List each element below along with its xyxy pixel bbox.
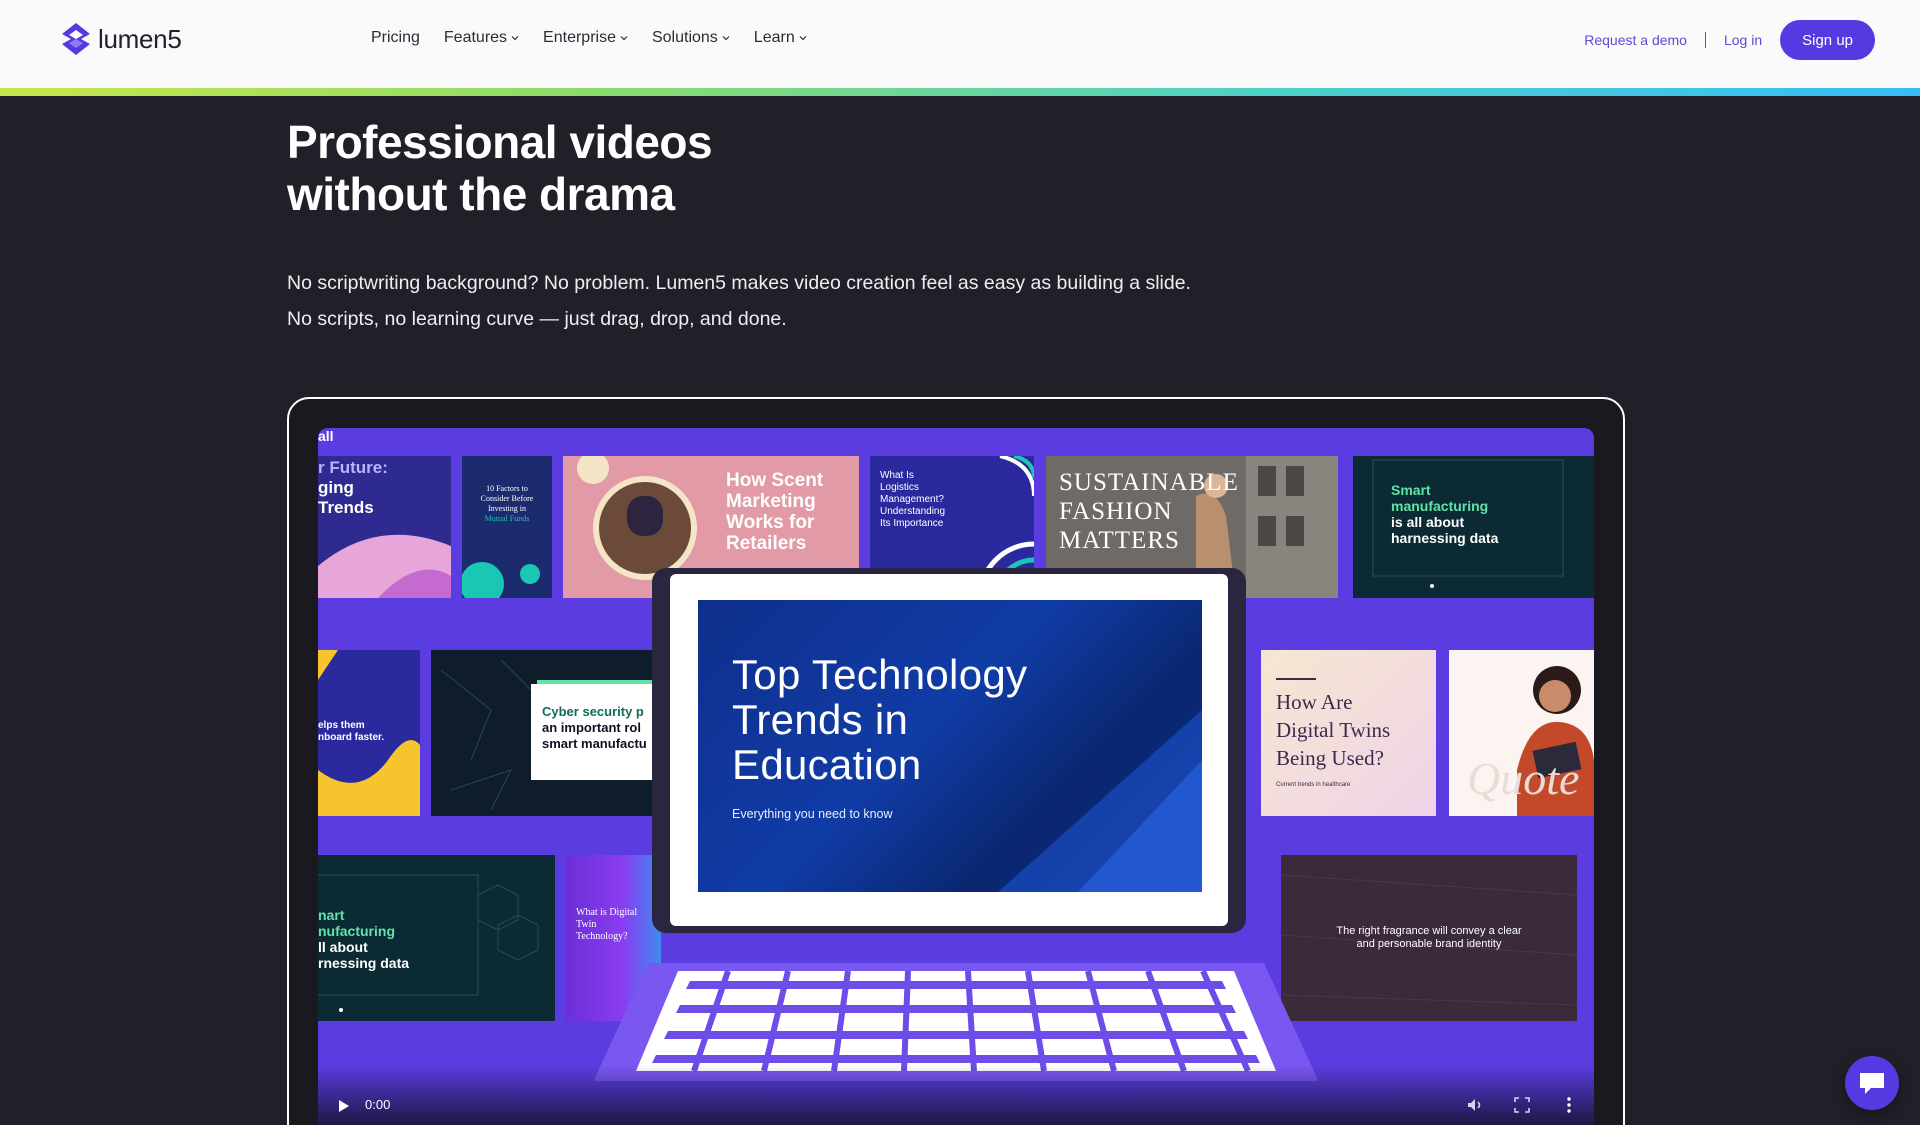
tile-future-trends: r Future: ging Trends [318,456,451,598]
tile-text-line: manufacturing [1391,498,1489,514]
tile-fragrance: The right fragrance will convey a clear … [1281,855,1577,1021]
hero-description: No scriptwriting background? No problem.… [287,265,1387,337]
tile-text-line: Consider Before [480,494,534,503]
tile-text-line: smart manufactu [542,736,647,751]
chevron-down-icon [722,36,730,41]
tile-text-line: Its Importance [880,518,944,529]
menu-item-label: Pricing [371,29,420,46]
menu-item-label: Enterprise [543,29,616,46]
tile-text-line: Being Used? [1276,746,1384,770]
tile-text-line: Management? [880,494,944,505]
tile-text-line: How Are [1276,690,1353,714]
tile-text-line: Marketing [726,491,816,512]
tile-text-line: nboard faster. [318,732,385,743]
main-slide: Top Technology Trends in Education Every… [698,600,1202,892]
chat-button[interactable] [1845,1056,1899,1110]
tile-text-line: Mutual Funds [484,514,530,523]
tile-text-line: Digital Twins [1276,718,1391,742]
chevron-down-icon [799,36,807,41]
main-menu: Pricing Features Enterprise Solutions Le… [371,29,807,47]
slide-title: Top Technology Trends in Education [732,652,1152,787]
signup-button[interactable]: Sign up [1780,20,1875,60]
tile-text-line: harnessing data [1391,530,1499,546]
tile-text-line: Investing in [488,504,526,513]
gradient-divider [0,88,1920,96]
slide-title-line: Education [732,741,922,788]
tile-text-line: Cyber security p [542,704,644,719]
lumen5-logo[interactable]: lumen5 [60,22,182,56]
more-vertical-icon[interactable] [1560,1096,1578,1114]
play-icon[interactable] [338,1099,350,1113]
top-navigation: lumen5 Pricing Features Enterprise Solut… [0,0,1920,88]
tile-text-line: Technology? [576,931,628,942]
tile-smart-manufacturing-2: nart nufacturing ll about rnessing data [318,855,555,1021]
nav-divider [1704,32,1706,48]
menu-item-enterprise[interactable]: Enterprise [543,29,628,47]
brand-name: lumen5 [98,23,182,54]
tile-fragment-text: all [318,428,334,444]
tile-text-line: Logistics [880,482,919,493]
lumen5-logo-icon [62,23,90,55]
tile-text-line: Smart [1391,482,1431,498]
tile-text-line: Understanding [880,506,946,517]
slide-subtitle: Everything you need to know [732,807,893,821]
hero-title-line: without the drama [287,168,675,220]
tile-smart-manufacturing: Smart manufacturing is all about harness… [1353,456,1594,598]
tile-cyber-security: Cyber security p an important rol smart … [431,650,661,816]
volume-icon[interactable] [1466,1096,1484,1114]
tile-text-line: What Is [880,470,914,481]
tile-digital-twins: How Are Digital Twins Being Used? Curren… [1261,650,1436,816]
tile-decoration [462,562,540,598]
tile-text-line: Retailers [726,533,807,554]
nav-actions: Request a demo Log in Sign up [1584,20,1875,60]
tile-text-line: Trends [318,498,374,517]
menu-item-label: Solutions [651,29,718,46]
tile-text-line: elps them [318,720,365,731]
tile-quote-word: Quote [1467,753,1580,804]
tile-text-line: an important rol [542,720,641,735]
video-time: 0:00 [365,1097,391,1112]
hero-title: Professional videos without the drama [287,116,987,220]
menu-item-pricing[interactable]: Pricing [371,29,420,47]
hero-description-line: No scripts, no learning curve — just dra… [287,308,787,330]
hero-title-line: Professional videos [287,116,713,168]
video-controls: 0:00 [318,1065,1594,1125]
video-player[interactable]: r Future: ging Trends 10 Factors to Cons… [318,428,1594,1125]
tile-text-line: r Future: [318,458,388,477]
menu-item-label: Features [443,29,508,46]
chevron-down-icon [620,36,628,41]
tile-quote-reader: Quote [1449,650,1594,816]
menu-item-label: Learn [753,29,795,46]
slide-title-line: Trends in [732,696,909,743]
menu-item-learn[interactable]: Learn [754,29,807,47]
tile-text-line: How Scent [726,470,824,491]
tile-text-line: and personable brand identity [1356,938,1502,950]
tile-text-line: ging [318,478,354,497]
tile-text-line: rnessing data [318,955,410,971]
tile-text-line: SUSTAINABLE [1059,469,1239,496]
tile-text-line: FASHION [1059,498,1173,525]
hero-description-line: No scriptwriting background? No problem.… [287,272,1191,294]
request-demo-link[interactable]: Request a demo [1584,32,1687,48]
tile-caption: Current trends in healthcare [1276,782,1351,788]
tile-text-line: nart [318,907,345,923]
tile-onboard: elps them nboard faster. [318,650,420,816]
tile-text-line: MATTERS [1059,527,1180,554]
tile-text-line: is all about [1391,514,1465,530]
tile-text-line: What is Digital [576,907,638,918]
menu-item-features[interactable]: Features [444,29,519,47]
tile-text-line: Twin [576,919,597,930]
menu-item-solutions[interactable]: Solutions [652,29,730,47]
chat-icon [1860,1073,1884,1094]
fullscreen-icon[interactable] [1513,1096,1531,1114]
tile-factors: 10 Factors to Consider Before Investing … [462,456,552,598]
login-link[interactable]: Log in [1724,32,1762,48]
tile-text-line: ll about [318,939,368,955]
tile-text-line: Works for [726,512,815,533]
tile-text-line: The right fragrance will convey a clear [1336,925,1522,937]
chevron-down-icon [511,36,519,41]
tile-text-line: nufacturing [318,923,395,939]
tile-text-line: 10 Factors to [486,484,528,493]
slide-title-line: Top Technology [732,651,1028,698]
